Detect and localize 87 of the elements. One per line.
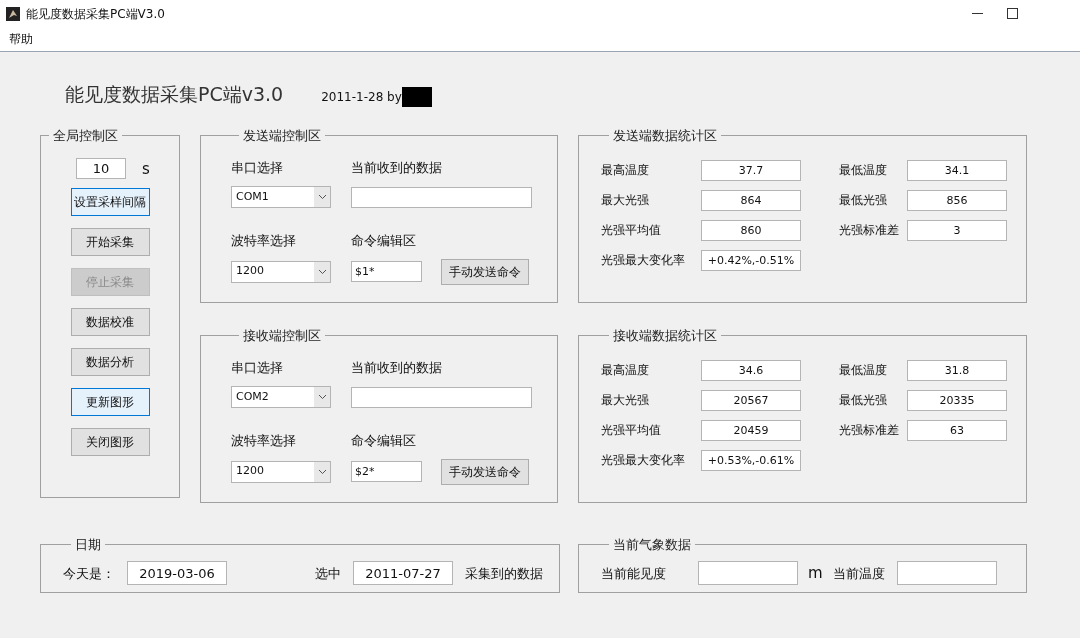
stat-value-field[interactable]: 34.1	[907, 159, 1007, 181]
today-label: 今天是：	[63, 564, 115, 583]
group-title: 接收端数据统计区	[612, 327, 718, 345]
dropdown-value: 1200	[235, 263, 265, 280]
action-button[interactable]: 关闭图形	[70, 428, 150, 456]
stat-label: 光强标准差	[839, 422, 900, 439]
chevron-down-icon	[317, 194, 327, 200]
stat-label: 光强平均值	[601, 422, 662, 439]
unit-label: s	[142, 158, 150, 180]
data-label: 当前收到的数据	[351, 358, 443, 377]
baud-label: 波特率选择	[231, 232, 297, 250]
today-date-field[interactable]: 2019-03-06	[127, 561, 227, 586]
stat-label: 最低温度	[839, 362, 888, 379]
dropdown[interactable]: COM2	[231, 386, 331, 408]
action-button[interactable]: 开始采集	[70, 228, 150, 256]
redacted-block	[401, 87, 432, 107]
action-button[interactable]: 数据分析	[70, 348, 150, 376]
action-button[interactable]: 数据校准	[70, 308, 150, 336]
collected-data-text: 采集到的数据	[465, 564, 543, 583]
command-label: 命令编辑区	[351, 432, 417, 450]
action-button[interactable]: 更新图形	[70, 388, 150, 416]
send-command-button[interactable]: 手动发送命令	[441, 458, 529, 485]
stat-label: 最大光强	[601, 392, 650, 409]
stat-label: 光强平均值	[601, 222, 662, 239]
command-field[interactable]: $1*	[351, 261, 422, 282]
received-data-field[interactable]	[351, 387, 532, 408]
group-title: 全局控制区	[52, 127, 119, 145]
dropdown-value: 1200	[235, 463, 265, 480]
stat-value-field[interactable]: +0.42%,-0.51%	[701, 249, 801, 271]
send-command-button[interactable]: 手动发送命令	[441, 258, 529, 285]
stat-label: 光强最大变化率	[601, 452, 686, 469]
chevron-down-icon	[317, 268, 327, 275]
window-title: 能见度数据采集PC端V3.0	[26, 5, 165, 23]
stat-value-field[interactable]: 20567	[701, 389, 801, 411]
data-label: 当前收到的数据	[351, 158, 443, 177]
stat-label: 最高温度	[601, 162, 650, 179]
stat-value-field[interactable]: 864	[701, 189, 801, 211]
maximize-icon[interactable]	[1007, 8, 1018, 19]
stat-value-field[interactable]: 34.6	[701, 359, 801, 381]
chevron-down-icon	[317, 468, 327, 475]
command-label: 命令编辑区	[351, 232, 417, 250]
interval-field[interactable]: 10	[76, 158, 127, 180]
group-title: 发送端控制区	[242, 127, 322, 145]
selected-label: 选中	[315, 564, 341, 583]
dropdown-value: COM2	[235, 388, 270, 405]
selected-date-field[interactable]: 2011-07-27	[353, 561, 453, 586]
chevron-down-icon	[317, 394, 327, 400]
stat-value-field[interactable]: 31.8	[907, 359, 1007, 381]
stat-value-field[interactable]: 37.7	[701, 159, 801, 181]
stat-label: 光强标准差	[839, 222, 900, 239]
stat-value-field[interactable]: 63	[907, 419, 1007, 441]
stat-label: 光强最大变化率	[601, 252, 686, 269]
menu-item[interactable]: 帮助	[9, 30, 33, 48]
stat-label: 最大光强	[601, 192, 650, 209]
port-label: 串口选择	[231, 358, 284, 377]
stat-label: 最低光强	[839, 392, 888, 409]
group-title: 日期	[74, 536, 102, 554]
dropdown[interactable]: 1200	[231, 260, 331, 283]
minimize-icon[interactable]	[972, 12, 983, 15]
unit-label: m	[808, 563, 823, 584]
group-title: 当前气象数据	[612, 536, 692, 554]
stat-label: 最低温度	[839, 162, 888, 179]
action-button[interactable]: 设置采样间隔	[70, 188, 150, 216]
visibility-field[interactable]	[698, 561, 798, 586]
app-heading: 能见度数据采集PC端v3.0	[65, 81, 284, 107]
stat-label: 最高温度	[601, 362, 650, 379]
received-data-field[interactable]	[351, 187, 532, 208]
stat-value-field[interactable]: 860	[701, 219, 801, 241]
temperature-label: 当前温度	[832, 564, 885, 583]
date-author-text: 2011-1-28 by	[321, 89, 402, 106]
temperature-field[interactable]	[896, 561, 997, 586]
stat-value-field[interactable]: 20459	[701, 419, 801, 441]
group-title: 接收端控制区	[242, 327, 322, 345]
stat-value-field[interactable]: 20335	[907, 389, 1007, 411]
stat-value-field[interactable]: 856	[907, 189, 1007, 211]
group-title: 发送端数据统计区	[612, 127, 718, 145]
dropdown-value: COM1	[235, 188, 270, 205]
stat-value-field[interactable]: 3	[907, 219, 1007, 241]
stat-value-field[interactable]: +0.53%,-0.61%	[701, 449, 801, 471]
baud-label: 波特率选择	[231, 432, 297, 450]
dropdown[interactable]: COM1	[231, 186, 331, 208]
visibility-label: 当前能见度	[601, 564, 666, 583]
stat-label: 最低光强	[839, 192, 888, 209]
port-label: 串口选择	[231, 158, 284, 177]
dropdown[interactable]: 1200	[231, 460, 331, 483]
command-field[interactable]: $2*	[351, 461, 422, 482]
app-icon	[6, 6, 20, 21]
